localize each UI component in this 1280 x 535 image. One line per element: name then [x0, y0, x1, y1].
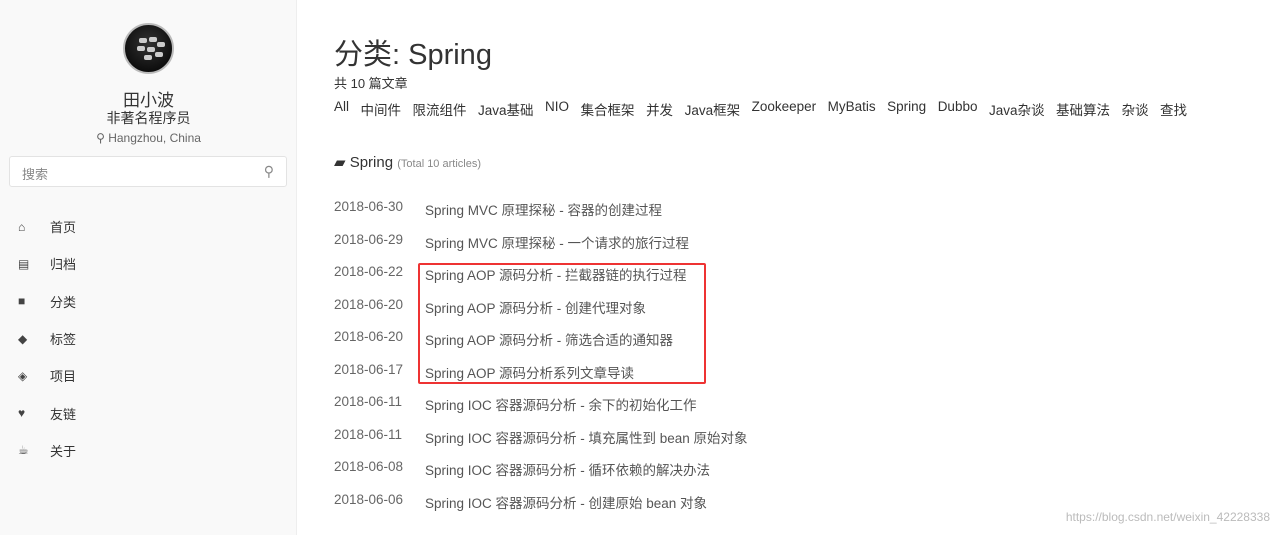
home-icon: ⌂ — [18, 219, 26, 234]
archive-icon: ▤ — [18, 256, 30, 271]
article-count: 共 10 篇文章 — [334, 76, 408, 91]
sidebar-item-label: 友链 — [50, 406, 77, 422]
heart-icon: ♥ — [18, 406, 26, 421]
post-title-link[interactable]: Spring MVC 原理探秘 - 一个请求的旅行过程 — [425, 232, 689, 265]
post-date: 2018-06-22 — [334, 264, 404, 279]
category-link[interactable]: Spring — [887, 99, 926, 119]
post-date: 2018-06-08 — [334, 459, 404, 474]
search-icon[interactable]: ⚲ — [264, 163, 274, 180]
sidebar-item[interactable]: ⌂ 首页 — [18, 208, 76, 245]
category-link[interactable]: MyBatis — [828, 99, 876, 119]
post-date: 2018-06-20 — [334, 329, 404, 344]
sidebar-item[interactable]: ◈ 项目 — [18, 357, 76, 394]
list-item: 2018-06-29 Spring MVC 原理探秘 - 一个请求的旅行过程 — [334, 232, 834, 265]
page-title: 分类: Spring — [334, 39, 492, 71]
category-link[interactable]: 杂谈 — [1122, 99, 1149, 119]
category-link[interactable]: 查找 — [1160, 99, 1187, 119]
category-link[interactable]: Java基础 — [478, 99, 534, 119]
post-date: 2018-06-17 — [334, 361, 404, 377]
post-date: 2018-06-06 — [334, 491, 404, 507]
folder-open-icon: ▰ — [334, 154, 350, 171]
list-item: 2018-06-11 Spring IOC 容器源码分析 - 填充属性到 bean… — [334, 427, 834, 460]
search-input[interactable]: 搜索 ⚲ — [9, 156, 287, 187]
category-link[interactable]: Zookeeper — [752, 99, 817, 119]
category-link[interactable]: Java框架 — [685, 99, 741, 119]
sidebar-item[interactable]: ▤ 归档 — [18, 245, 76, 282]
category-link[interactable]: 基础算法 — [1056, 99, 1110, 119]
category-total: (Total 10 articles) — [397, 158, 481, 170]
location: ⚲ Hangzhou, China — [0, 131, 297, 145]
category-link[interactable]: 并发 — [646, 99, 673, 119]
watermark: https://blog.csdn.net/weixin_42228338 — [1065, 510, 1270, 524]
coffee-icon: ☕ — [18, 443, 29, 458]
folder-icon: ■ — [18, 294, 26, 309]
category-link[interactable]: NIO — [545, 99, 569, 119]
avatar[interactable] — [123, 23, 174, 74]
location-text: Hangzhou, China — [108, 131, 201, 145]
tags-icon: ◆ — [18, 331, 28, 346]
sidebar-item-label: 归档 — [50, 257, 77, 273]
sidebar-nav: ⌂ 首页 ▤ 归档 ■ 分类 ◆ 标签 ◈ 项目 ♥ 友链 ☕ 关于 — [18, 208, 76, 469]
post-date: 2018-06-20 — [334, 296, 404, 312]
sidebar-item[interactable]: ◆ 标签 — [18, 320, 76, 357]
sidebar-item-label: 分类 — [50, 294, 77, 310]
category-heading: ▰ Spring (Total 10 articles) — [334, 153, 481, 171]
sidebar-item-label: 关于 — [50, 443, 77, 459]
post-title-link[interactable]: Spring IOC 容器源码分析 - 余下的初始化工作 — [425, 394, 697, 427]
sidebar-item[interactable]: ♥ 友链 — [18, 394, 76, 431]
sidebar-item-label: 项目 — [50, 369, 77, 385]
post-title-link[interactable]: Spring IOC 容器源码分析 - 创建原始 bean 对象 — [425, 492, 707, 525]
category-link[interactable]: Java杂谈 — [989, 99, 1045, 119]
post-date: 2018-06-30 — [334, 199, 404, 214]
category-link[interactable]: 限流组件 — [413, 99, 467, 119]
post-date: 2018-06-29 — [334, 231, 404, 247]
author-bio: 非著名程序员 — [106, 110, 191, 126]
search-placeholder: 搜索 — [22, 167, 49, 182]
layers-icon: ◈ — [18, 368, 28, 383]
list-item: 2018-06-30 Spring MVC 原理探秘 - 容器的创建过程 — [334, 199, 834, 232]
category-link[interactable]: 集合框架 — [581, 99, 635, 119]
post-title-link[interactable]: Spring MVC 原理探秘 - 容器的创建过程 — [425, 199, 662, 232]
sidebar-item-label: 首页 — [50, 220, 77, 236]
sidebar: 田小波 非著名程序员 ⚲ Hangzhou, China 搜索 ⚲ ⌂ 首页 ▤ 归档 ■… — [0, 0, 297, 535]
post-date: 2018-06-11 — [334, 394, 403, 409]
post-title-link[interactable]: Spring IOC 容器源码分析 - 循环依赖的解决办法 — [425, 459, 710, 492]
sidebar-item[interactable]: ■ 分类 — [18, 283, 76, 320]
sidebar-item[interactable]: ☕ 关于 — [18, 432, 76, 469]
post-title-link[interactable]: Spring IOC 容器源码分析 - 填充属性到 bean 原始对象 — [425, 427, 748, 460]
category-list: All 中间件 限流组件 Java基础 NIO 集合框架 并发 Java框架 Zookeeper… — [334, 99, 1187, 119]
highlight-box — [418, 263, 706, 384]
post-date: 2018-06-11 — [334, 426, 403, 442]
list-item: 2018-06-11 Spring IOC 容器源码分析 - 余下的初始化工作 — [334, 394, 834, 427]
sidebar-item-label: 标签 — [50, 332, 77, 348]
category-link[interactable]: 中间件 — [361, 99, 402, 119]
map-marker-icon: ⚲ — [96, 131, 109, 145]
category-name[interactable]: Spring — [350, 154, 393, 171]
list-item: 2018-06-08 Spring IOC 容器源码分析 - 循环依赖的解决办法 — [334, 459, 834, 492]
category-link[interactable]: Dubbo — [938, 99, 978, 119]
list-item: 2018-06-06 Spring IOC 容器源码分析 - 创建原始 bean … — [334, 492, 834, 525]
category-link[interactable]: All — [334, 99, 349, 119]
